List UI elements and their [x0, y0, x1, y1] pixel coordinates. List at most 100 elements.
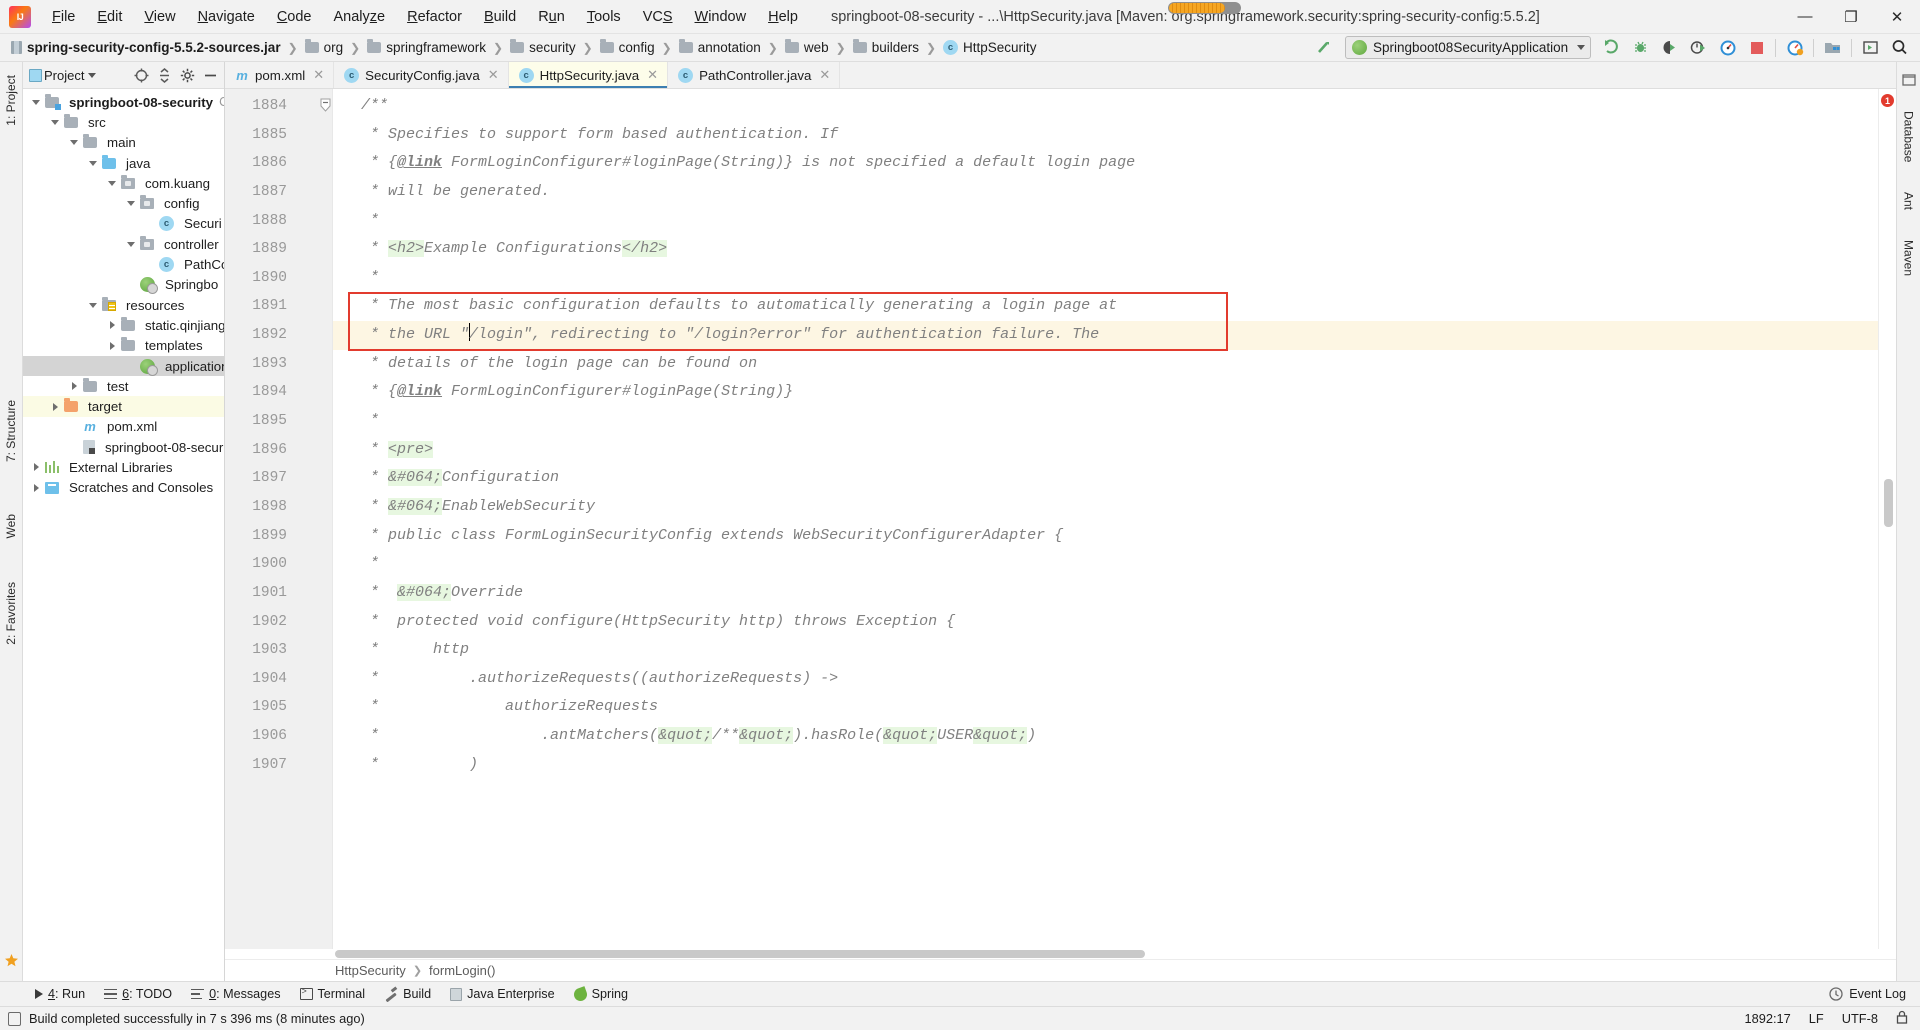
tree-item-springboot-08-security[interactable]: springboot-08-security.	[23, 437, 224, 457]
code-line[interactable]: * authorizeRequests	[333, 693, 1878, 722]
event-log-button[interactable]: Event Log	[1829, 987, 1920, 1001]
chevron-right-icon[interactable]	[27, 483, 45, 492]
notifications-icon[interactable]	[1901, 73, 1916, 90]
code-line[interactable]: * )	[333, 751, 1878, 780]
sidebar-item-web[interactable]: Web	[1, 507, 21, 545]
tree-item-securi[interactable]: c Securi	[23, 214, 224, 234]
menu-window[interactable]: Window	[684, 5, 758, 29]
tree-item-springbo[interactable]: Springbo	[23, 275, 224, 295]
tab-securityconfig-java[interactable]: c SecurityConfig.java ✕	[334, 62, 509, 88]
tree-item-external-libraries[interactable]: External Libraries	[23, 457, 224, 477]
menu-refactor[interactable]: Refactor	[396, 5, 473, 29]
show-in-window-icon[interactable]	[1856, 35, 1885, 61]
chevron-down-icon[interactable]	[46, 119, 64, 125]
run-with-coverage-icon[interactable]	[1655, 35, 1684, 61]
tree-item-scratches-and-consoles[interactable]: Scratches and Consoles	[23, 478, 224, 498]
tool-window-messages[interactable]: 0: Messages	[182, 984, 289, 1004]
menu-navigate[interactable]: Navigate	[187, 5, 266, 29]
code-line[interactable]: * &#064;EnableWebSecurity	[333, 493, 1878, 522]
maximize-button[interactable]: ❐	[1828, 0, 1874, 34]
chevron-down-icon[interactable]	[65, 140, 83, 146]
breadcrumb-item-security[interactable]: security	[507, 39, 579, 56]
close-icon[interactable]: ✕	[488, 67, 499, 83]
breadcrumb-item-org[interactable]: org	[302, 39, 347, 56]
chevron-right-icon[interactable]	[103, 341, 121, 350]
stop-icon[interactable]	[1742, 35, 1771, 61]
tool-window-build[interactable]: Build	[375, 984, 440, 1004]
breadcrumb-item-annotation[interactable]: annotation	[676, 39, 764, 56]
minimize-button[interactable]: —	[1782, 0, 1828, 34]
javadoc-link-token[interactable]: @link	[397, 154, 442, 171]
line-separator[interactable]: LF	[1809, 1011, 1824, 1026]
gear-icon[interactable]	[177, 65, 198, 86]
tree-item-java[interactable]: java	[23, 153, 224, 173]
project-structure-icon[interactable]	[1818, 35, 1847, 61]
chevron-down-icon[interactable]	[27, 99, 45, 105]
vertical-scrollbar-thumb[interactable]	[1884, 479, 1893, 527]
tool-window-todo[interactable]: 6: TODO	[95, 984, 181, 1004]
menu-view[interactable]: View	[133, 5, 186, 29]
breadcrumb-item-builders[interactable]: builders	[850, 39, 922, 56]
breadcrumb-item-config[interactable]: config	[597, 39, 658, 56]
menu-file[interactable]: File	[41, 5, 86, 29]
code-line[interactable]: *	[333, 264, 1878, 293]
breadcrumb-item-jar[interactable]: spring-security-config-5.5.2-sources.jar	[8, 39, 284, 56]
tab-pathcontroller-java[interactable]: c PathController.java ✕	[668, 62, 841, 88]
tree-item-springboot-08-security[interactable]: springboot-08-security C:	[23, 92, 224, 112]
hide-icon[interactable]	[200, 65, 221, 86]
tool-window-spring[interactable]: Spring	[565, 984, 637, 1004]
breadcrumb-item-web[interactable]: web	[782, 39, 832, 56]
project-tree[interactable]: springboot-08-security C: srcmain java com.k…	[23, 89, 224, 981]
updates-icon[interactable]	[1780, 35, 1809, 61]
code-line[interactable]: *	[333, 207, 1878, 236]
tree-item-templates[interactable]: templates	[23, 336, 224, 356]
collapse-all-icon[interactable]	[154, 65, 175, 86]
sidebar-item-favorites[interactable]: 2: Favorites	[1, 575, 21, 652]
encoding[interactable]: UTF-8	[1842, 1011, 1878, 1026]
chevron-down-icon[interactable]	[122, 201, 140, 207]
chevron-right-icon[interactable]	[46, 402, 64, 411]
tree-item-main[interactable]: main	[23, 133, 224, 153]
menu-run[interactable]: Run	[527, 5, 576, 29]
sidebar-item-project[interactable]: 1: Project	[1, 68, 21, 133]
debug-icon[interactable]	[1626, 35, 1655, 61]
tab-httpsecurity-java[interactable]: c HttpSecurity.java ✕	[508, 62, 669, 88]
tree-item-config[interactable]: config	[23, 193, 224, 213]
code-editor[interactable]: 1884 1885 1886 1887 1888 1889 1890 1891 1892 1893…	[225, 89, 1896, 949]
javadoc-link-token[interactable]: @link	[397, 383, 442, 400]
code-line[interactable]: *	[333, 550, 1878, 579]
tool-window-run[interactable]: 4: Run	[26, 984, 94, 1004]
chevron-down-icon[interactable]	[84, 160, 102, 166]
run-icon[interactable]	[1597, 35, 1626, 61]
code-line[interactable]: * <h2>Example Configurations</h2>	[333, 235, 1878, 264]
tree-item-static-qinjiang[interactable]: static.qinjiang	[23, 315, 224, 335]
line-number-gutter[interactable]: 1884 1885 1886 1887 1888 1889 1890 1891 1892 1893…	[225, 89, 333, 949]
code-line[interactable]: * &#064;Override	[333, 579, 1878, 608]
code-line[interactable]: /**	[333, 92, 1878, 121]
inspect-icon[interactable]	[1713, 35, 1742, 61]
chevron-down-icon[interactable]	[122, 241, 140, 247]
search-everywhere-icon[interactable]	[1885, 35, 1914, 61]
sidebar-item-structure[interactable]: 7: Structure	[1, 393, 21, 469]
editor-breadcrumb-method[interactable]: formLogin()	[429, 963, 495, 978]
close-button[interactable]: ✕	[1874, 0, 1920, 34]
lock-icon[interactable]	[1896, 1010, 1908, 1027]
code-line[interactable]: * http	[333, 636, 1878, 665]
sidebar-item-database[interactable]: Database	[1899, 104, 1919, 169]
build-project-icon[interactable]	[1310, 35, 1339, 61]
code-line[interactable]: * details of the login page can be found…	[333, 350, 1878, 379]
menu-code[interactable]: Code	[266, 5, 323, 29]
tree-item-pom-xml[interactable]: m pom.xml	[23, 417, 224, 437]
close-icon[interactable]: ✕	[647, 67, 658, 83]
tree-item-com-kuang[interactable]: com.kuang	[23, 173, 224, 193]
run-configuration-selector[interactable]: Springboot08SecurityApplication	[1345, 36, 1591, 59]
tree-item-src[interactable]: src	[23, 112, 224, 132]
code-line[interactable]: * protected void configure(HttpSecurity …	[333, 608, 1878, 637]
menu-vcs[interactable]: VCS	[632, 5, 684, 29]
chevron-right-icon[interactable]	[65, 382, 83, 391]
fold-marker-icon[interactable]	[320, 98, 331, 112]
tree-item-test[interactable]: test	[23, 376, 224, 396]
sidebar-item-maven[interactable]: Maven	[1899, 233, 1919, 283]
code-line[interactable]: *	[333, 407, 1878, 436]
tree-item-application-p[interactable]: application.p	[23, 355, 224, 377]
